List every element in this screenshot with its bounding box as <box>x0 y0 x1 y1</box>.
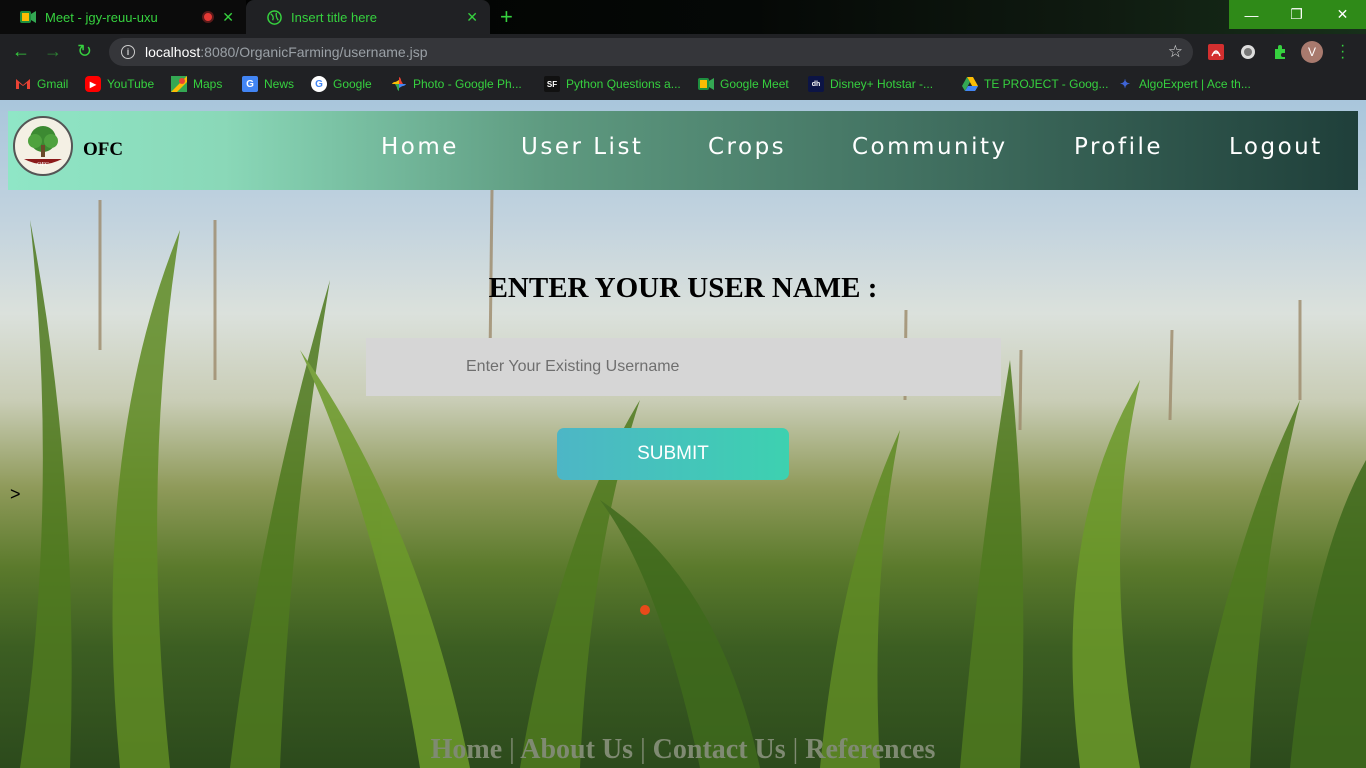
page-background: OFC OFC Home User List Crops Community P… <box>0 100 1366 768</box>
close-tab-icon[interactable]: ✕ <box>466 9 478 26</box>
bookmark-label: Maps <box>193 77 223 91</box>
bookmark-label: News <box>264 77 295 91</box>
maps-icon <box>171 76 187 92</box>
globe-icon <box>266 9 282 25</box>
bookmark-label: Google Meet <box>720 77 789 91</box>
nav-crops[interactable]: Crops <box>708 134 786 160</box>
bookmark-star-icon[interactable]: ☆ <box>1168 42 1183 62</box>
drive-icon <box>962 76 978 92</box>
footer-link-home[interactable]: Home <box>431 734 503 765</box>
url-host: localhost <box>145 44 201 60</box>
extensions-puzzle-icon[interactable] <box>1270 42 1290 62</box>
hotstar-icon: dh <box>808 76 824 92</box>
bookmark-hotstar[interactable]: dh Disney+ Hotstar -... <box>808 76 933 92</box>
bookmark-algoexpert[interactable]: ✦ AlgoExpert | Ace th... <box>1117 76 1251 92</box>
bookmark-google-meet[interactable]: Google Meet <box>698 76 789 92</box>
bookmark-label: YouTube <box>107 77 155 91</box>
bookmark-label: Google <box>333 77 372 91</box>
bookmark-gmail[interactable]: Gmail <box>15 76 68 92</box>
forward-icon[interactable]: → <box>44 41 62 62</box>
tab-title: Meet - jgy-reuu-uxu <box>45 9 158 25</box>
page-title: ENTER YOUR USER NAME : <box>488 272 878 304</box>
tab-insert-title[interactable]: Insert title here ✕ <box>246 0 490 34</box>
tab-meet[interactable]: Meet - jgy-reuu-uxu ✕ <box>0 0 246 34</box>
profile-avatar[interactable]: V <box>1301 41 1323 63</box>
youtube-icon: ▶ <box>85 76 101 92</box>
record-extension-icon[interactable] <box>1238 42 1258 62</box>
nav-home[interactable]: Home <box>381 134 459 160</box>
pdf-extension-icon[interactable] <box>1206 42 1226 62</box>
back-icon[interactable]: ← <box>12 41 30 62</box>
bookmark-label: Gmail <box>37 77 69 91</box>
submit-button[interactable]: SUBMIT <box>557 428 789 480</box>
bookmark-label: AlgoExpert | Ace th... <box>1139 77 1251 91</box>
footer-links: Home | About Us | Contact Us | Reference… <box>0 734 1366 766</box>
bookmark-label: Disney+ Hotstar -... <box>830 77 934 91</box>
footer-link-about-us[interactable]: About Us <box>520 734 633 765</box>
bookmark-maps[interactable]: Maps <box>171 76 222 92</box>
bookmark-label: Photo - Google Ph... <box>413 77 522 91</box>
sf-icon: SF <box>544 76 560 92</box>
site-navbar: OFC OFC Home User List Crops Community P… <box>8 111 1358 190</box>
google-icon: G <box>311 76 327 92</box>
close-window-button[interactable]: ✕ <box>1319 0 1366 29</box>
meet-icon <box>698 76 714 92</box>
footer-link-contact-us[interactable]: Contact Us <box>653 734 786 765</box>
nav-profile[interactable]: Profile <box>1074 134 1163 160</box>
brand-name: OFC <box>83 139 124 160</box>
ofc-logo[interactable]: OFC <box>13 116 73 176</box>
nav-community[interactable]: Community <box>852 134 1008 160</box>
footer-separator: | <box>792 734 799 765</box>
close-tab-icon[interactable]: ✕ <box>222 9 234 26</box>
nav-user-list[interactable]: User List <box>521 134 643 160</box>
bookmark-news[interactable]: G News <box>242 76 294 92</box>
browser-toolbar: ← → ↻ i localhost:8080/OrganicFarming/us… <box>0 34 1366 70</box>
footer-separator: | <box>509 734 515 765</box>
logo-text: OFC <box>37 162 49 168</box>
bookmark-youtube[interactable]: ▶ YouTube <box>85 76 154 92</box>
bookmarks-bar: Gmail ▶ YouTube Maps G News G Google Pho… <box>0 70 1366 100</box>
username-input[interactable] <box>366 338 1001 396</box>
bookmark-python-questions[interactable]: SF Python Questions a... <box>544 76 681 92</box>
algoexpert-icon: ✦ <box>1119 77 1131 91</box>
stray-text: > <box>10 484 21 504</box>
bookmark-label: TE PROJECT - Goog... <box>984 77 1109 91</box>
site-info-icon[interactable]: i <box>121 45 135 59</box>
news-icon: G <box>242 76 258 92</box>
bookmark-google[interactable]: G Google <box>311 76 372 92</box>
bookmark-label: Python Questions a... <box>566 77 681 91</box>
bookmark-te-project[interactable]: TE PROJECT - Goog... <box>962 76 1108 92</box>
url-path: :8080/OrganicFarming/username.jsp <box>200 44 428 60</box>
meet-icon <box>20 9 36 25</box>
recording-indicator-icon <box>202 11 214 23</box>
footer-separator: | <box>640 734 646 765</box>
address-bar[interactable]: i localhost:8080/OrganicFarming/username… <box>109 38 1193 66</box>
browser-tab-strip: Meet - jgy-reuu-uxu ✕ Insert title here … <box>0 0 1366 34</box>
footer-link-references[interactable]: References <box>805 734 935 765</box>
minimize-button[interactable]: — <box>1229 0 1274 29</box>
gmail-icon <box>15 76 31 92</box>
new-tab-icon[interactable]: + <box>500 4 513 30</box>
photos-icon <box>391 76 407 92</box>
bookmark-photos[interactable]: Photo - Google Ph... <box>391 76 522 92</box>
tab-title: Insert title here <box>291 9 377 25</box>
nav-logout[interactable]: Logout <box>1229 134 1323 160</box>
browser-menu-icon[interactable]: · · · <box>1340 38 1345 66</box>
restore-button[interactable]: ❐ <box>1274 0 1319 29</box>
reload-icon[interactable]: ↻ <box>77 41 92 62</box>
